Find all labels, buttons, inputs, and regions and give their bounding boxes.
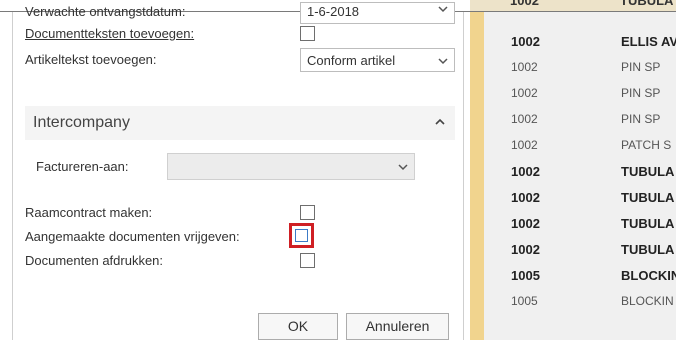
background-list-row: 1002 TUBULA (470, 0, 676, 11)
row-description: BLOCKIN (621, 294, 674, 308)
list-row[interactable]: 1002 ELLIS AV (484, 29, 676, 54)
order-lines-list: 1002 ELLIS AV 1002 PIN SP 1002 PIN SP 1002 PIN … (484, 12, 676, 340)
invoice-to-select[interactable] (167, 153, 415, 180)
framework-contract-label: Raamcontract maken: (25, 205, 153, 220)
release-created-documents-checkbox[interactable] (295, 229, 308, 242)
document-texts-label: Documentteksten toevoegen: (25, 26, 195, 41)
row-description: TUBULA (621, 190, 675, 205)
invoice-to-label: Factureren-aan: (36, 159, 129, 174)
list-row[interactable]: 1002 PIN SP (484, 81, 676, 106)
chevron-down-icon[interactable] (438, 4, 448, 14)
row-number: 1002 (511, 138, 538, 152)
row-number: 1005 (511, 268, 540, 283)
row-number: 1002 (511, 164, 540, 179)
row-description: TUBULA (621, 164, 675, 179)
release-created-documents-label: Aangemaakte documenten vrijgeven: (25, 229, 240, 244)
list-row[interactable]: 1002 PIN SP (484, 55, 676, 80)
cancel-button[interactable]: Annuleren (346, 313, 449, 340)
intercompany-title: Intercompany (33, 114, 130, 131)
row-description: ELLIS AV (621, 34, 676, 49)
background-cell-desc: TUBULA (620, 0, 674, 8)
list-row[interactable]: 1002 PIN SP (484, 107, 676, 132)
background-cell-number: 1002 (510, 0, 539, 8)
row-number: 1002 (511, 86, 538, 100)
row-description: PIN SP (621, 112, 661, 126)
article-text-value: Conform artikel (307, 53, 396, 68)
create-documents-dialog: Verwachte ontvangstdatum: 1-6-2018 Docum… (12, 2, 464, 340)
list-row[interactable]: 1002 TUBULA (484, 237, 676, 262)
expected-receipt-date-label: Verwachte ontvangstdatum: (25, 4, 186, 19)
list-row[interactable]: 1002 TUBULA (484, 159, 676, 184)
row-number: 1002 (511, 216, 540, 231)
ok-button[interactable]: OK (258, 313, 338, 340)
chevron-down-icon[interactable] (438, 56, 448, 66)
intercompany-section-header[interactable]: Intercompany (25, 106, 455, 140)
print-documents-label: Documenten afdrukken: (25, 253, 164, 268)
chevron-down-icon[interactable] (398, 162, 408, 172)
row-description: BLOCKIN (621, 268, 676, 283)
list-row[interactable]: 1005 BLOCKIN (484, 289, 676, 314)
row-number: 1002 (511, 112, 538, 126)
row-description: PIN SP (621, 86, 661, 100)
list-row[interactable]: 1005 BLOCKIN (484, 263, 676, 288)
print-documents-checkbox[interactable] (300, 253, 315, 268)
list-row[interactable]: 1002 PATCH S (484, 133, 676, 158)
row-description: TUBULA (621, 216, 675, 231)
row-number: 1002 (511, 190, 540, 205)
left-accent-stripe (470, 12, 484, 340)
row-description: PIN SP (621, 60, 661, 74)
framework-contract-checkbox[interactable] (300, 205, 315, 220)
expected-receipt-date-value: 1-6-2018 (307, 4, 360, 19)
row-number: 1005 (511, 294, 538, 308)
highlight-box (289, 223, 314, 248)
list-row[interactable]: 1002 TUBULA (484, 211, 676, 236)
row-number: 1002 (511, 60, 538, 74)
expected-receipt-date-field[interactable]: 1-6-2018 (300, 2, 455, 24)
row-number: 1002 (511, 242, 540, 257)
row-description: PATCH S (621, 138, 672, 152)
article-text-select[interactable]: Conform artikel (300, 48, 455, 72)
document-texts-checkbox[interactable] (300, 26, 315, 41)
row-number: 1002 (511, 34, 540, 49)
row-description: TUBULA (621, 242, 675, 257)
article-text-label: Artikeltekst toevoegen: (25, 52, 157, 67)
list-row[interactable]: 1002 TUBULA (484, 185, 676, 210)
chevron-up-icon[interactable] (435, 118, 445, 126)
